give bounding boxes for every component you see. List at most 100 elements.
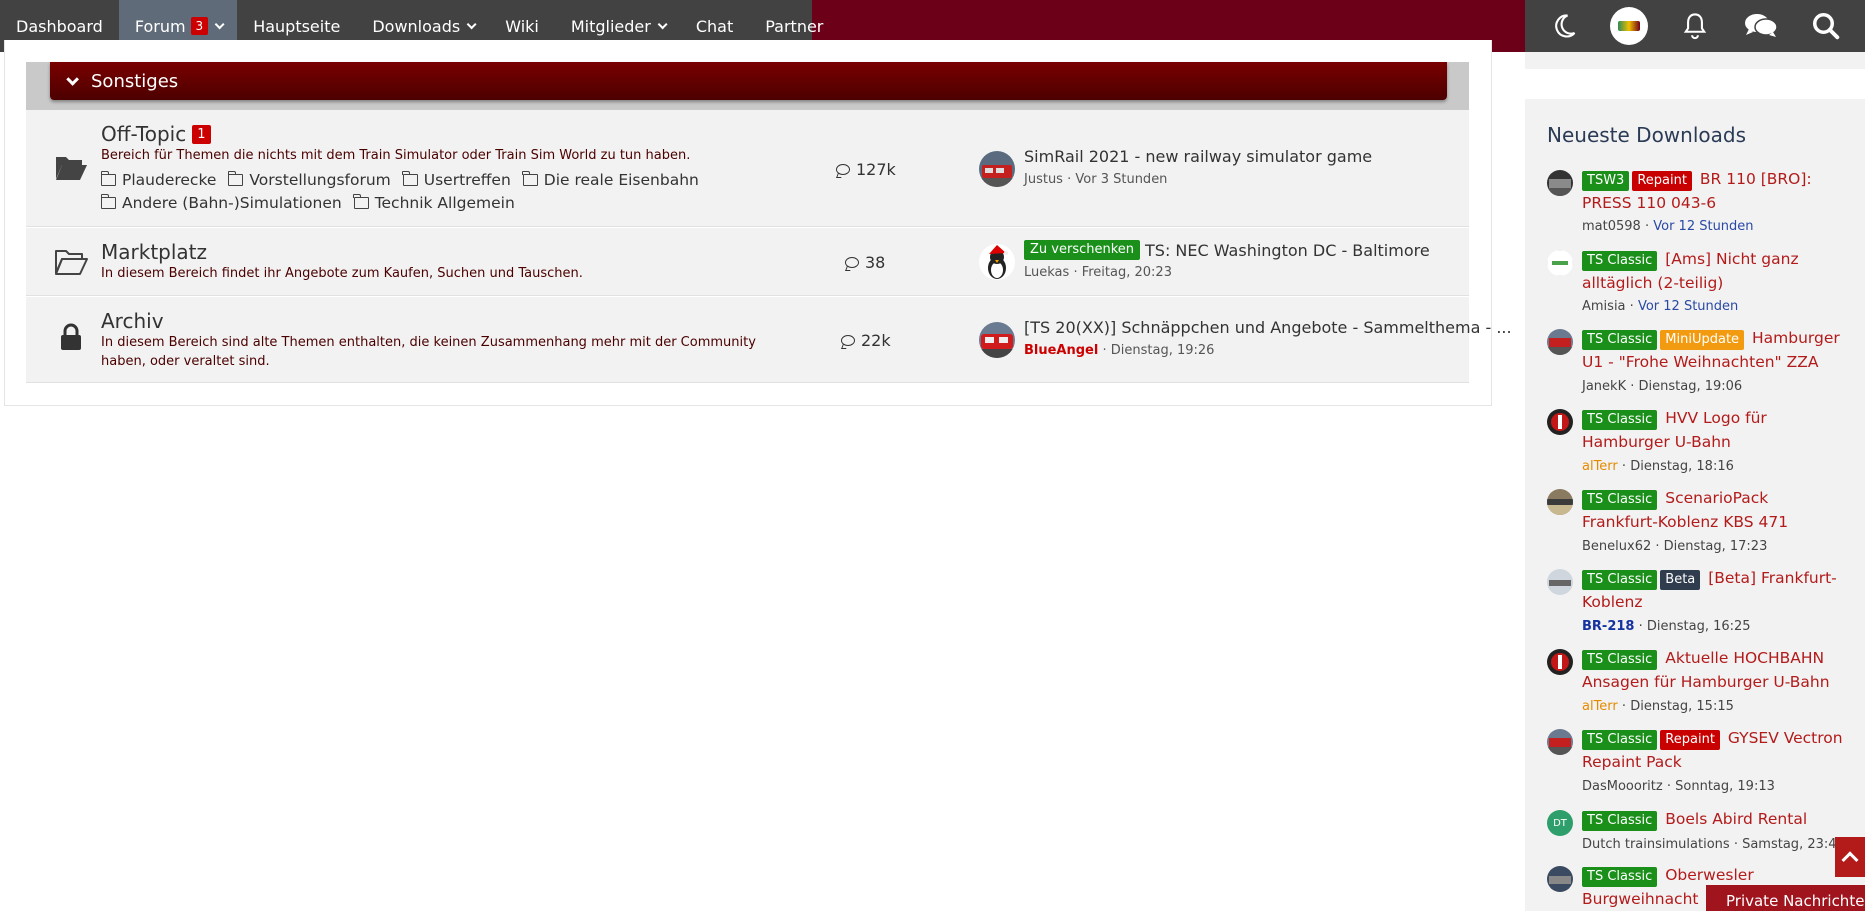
last-post-title[interactable]: SimRail 2021 - new railway simulator gam…: [1024, 147, 1372, 166]
avatar[interactable]: [1547, 250, 1573, 276]
download-time[interactable]: Dienstag, 18:16: [1630, 459, 1734, 474]
new-posts-badge: 1: [192, 124, 211, 144]
nav-label: Hauptseite: [253, 16, 341, 36]
download-user[interactable]: BR-218: [1582, 619, 1634, 634]
board-title-text: Off-Topic: [101, 122, 187, 146]
download-user[interactable]: DasMoooritz: [1582, 779, 1663, 794]
last-post-user[interactable]: BlueAngel: [1024, 343, 1098, 358]
download-time[interactable]: Vor 12 Stunden: [1638, 299, 1738, 314]
download-meta: JanekK · Dienstag, 19:06: [1582, 379, 1742, 394]
prefix-tag: TS Classic: [1582, 570, 1658, 590]
prefix-tag: TS Classic: [1582, 251, 1658, 271]
subforum-usertreffen[interactable]: Usertreffen: [402, 171, 511, 189]
last-post-user[interactable]: Luekas: [1024, 265, 1069, 280]
download-user[interactable]: Dutch trainsimulations: [1582, 837, 1730, 852]
sidebar-latest-downloads: Neueste Downloads TSW3 Repaint BR 110 [BR…: [1525, 99, 1865, 911]
avatar[interactable]: [1547, 729, 1573, 755]
download-time[interactable]: Dienstag, 16:25: [1647, 619, 1751, 634]
board-description: In diesem Bereich sind alte Themen entha…: [101, 335, 756, 350]
download-time[interactable]: Samstag, 23:43: [1742, 837, 1845, 852]
avatar[interactable]: [1547, 569, 1573, 595]
meta-separator: ·: [1733, 837, 1738, 852]
download-time[interactable]: Dienstag, 17:23: [1664, 539, 1768, 554]
prefix-tag: TS Classic: [1582, 330, 1658, 350]
subforum-label: Plauderecke: [122, 171, 217, 189]
download-user[interactable]: Benelux62: [1582, 539, 1651, 554]
prefix-tag: TS Classic: [1582, 867, 1658, 887]
comment-icon: [845, 257, 859, 268]
folder-open-icon: [55, 250, 88, 275]
last-post-time[interactable]: Vor 3 Stunden: [1075, 172, 1167, 187]
download-title[interactable]: TS Classic [Ams] Nicht ganz alltäglich (…: [1582, 247, 1847, 295]
subforum-vorstellungsforum[interactable]: Vorstellungsforum: [227, 171, 391, 189]
download-title[interactable]: TS Classic Boels Abird Rental: [1582, 807, 1847, 831]
subforum-label: Andere (Bahn-)Simulationen: [122, 194, 342, 212]
last-post-user[interactable]: Justus: [1024, 172, 1063, 187]
avatar[interactable]: [1547, 329, 1573, 355]
lock-icon: [61, 323, 81, 350]
prefix-tag: TS Classic: [1582, 650, 1658, 670]
prefix-tag: TS Classic: [1582, 730, 1658, 750]
avatar[interactable]: [979, 244, 1015, 280]
moon-icon[interactable]: [1544, 6, 1584, 46]
subforum-andere-simulationen[interactable]: Andere (Bahn-)Simulationen: [100, 194, 342, 212]
download-title[interactable]: TS Classic Beta [Beta] Frankfurt-Koblenz: [1582, 566, 1847, 614]
board-title[interactable]: Off-Topic 1: [101, 122, 211, 146]
category-header-sonstiges[interactable]: Sonstiges: [50, 62, 1447, 100]
download-time[interactable]: Dienstag, 15:15: [1630, 699, 1734, 714]
download-meta: alTerr · Dienstag, 18:16: [1582, 459, 1734, 474]
bell-icon[interactable]: [1675, 6, 1715, 46]
folder-icon: [522, 171, 538, 186]
download-user[interactable]: alTerr: [1582, 699, 1618, 714]
download-user[interactable]: JanekK: [1582, 379, 1626, 394]
meta-separator: ·: [1067, 172, 1072, 187]
user-menu: [1525, 0, 1865, 52]
download-user[interactable]: mat0598: [1582, 219, 1641, 234]
category-title: Sonstiges: [91, 70, 179, 92]
download-title[interactable]: TS Classic ScenarioPack Frankfurt-Koblen…: [1582, 486, 1847, 534]
conversations-icon[interactable]: [1741, 6, 1781, 46]
last-post-time[interactable]: Dienstag, 19:26: [1111, 343, 1215, 358]
post-count: 22k: [841, 331, 891, 350]
download-time[interactable]: Sonntag, 19:13: [1675, 779, 1775, 794]
download-user[interactable]: Amisia: [1582, 299, 1626, 314]
download-time[interactable]: Dienstag, 19:06: [1639, 379, 1743, 394]
download-title[interactable]: TS Classic Aktuelle HOCHBAHN Ansagen für…: [1582, 646, 1847, 694]
nav-label: Wiki: [505, 16, 539, 36]
download-title[interactable]: TS Classic HVV Logo für Hamburger U-Bahn: [1582, 406, 1847, 454]
last-post-title[interactable]: [TS 20(XX)] Schnäppchen und Angebote - S…: [1024, 318, 1512, 337]
scroll-to-top-button[interactable]: [1835, 837, 1865, 877]
board-title[interactable]: Archiv: [101, 309, 164, 333]
avatar[interactable]: [1547, 170, 1573, 196]
last-post-meta: BlueAngel · Dienstag, 19:26: [1024, 343, 1214, 358]
download-user[interactable]: alTerr: [1582, 459, 1618, 474]
comment-icon: [841, 335, 855, 346]
post-count-value: 22k: [861, 331, 891, 350]
board-title[interactable]: Marktplatz: [101, 240, 207, 264]
avatar[interactable]: DT: [1547, 810, 1573, 836]
subforum-label: Usertreffen: [423, 171, 511, 189]
notification-badge: 3: [190, 17, 209, 35]
avatar[interactable]: [979, 151, 1015, 187]
prefix-tag: Repaint: [1632, 171, 1692, 191]
subforum-die-reale-eisenbahn[interactable]: Die reale Eisenbahn: [522, 171, 699, 189]
subforum-technik-allgemein[interactable]: Technik Allgemein: [353, 194, 515, 212]
avatar[interactable]: [979, 322, 1015, 358]
download-title[interactable]: TS Classic MiniUpdate Hamburger U1 - "Fro…: [1582, 326, 1847, 374]
user-avatar[interactable]: [1609, 6, 1649, 46]
last-post-time[interactable]: Freitag, 20:23: [1082, 265, 1172, 280]
download-title[interactable]: TSW3 Repaint BR 110 [BRO]: PRESS 110 043-…: [1582, 167, 1847, 215]
download-title[interactable]: TS Classic Repaint GYSEV Vectron Repaint …: [1582, 726, 1847, 774]
download-time[interactable]: Vor 12 Stunden: [1653, 219, 1753, 234]
subforum-plauderecke[interactable]: Plauderecke: [100, 171, 217, 189]
private-messages-button[interactable]: Private Nachrichten: [1706, 885, 1865, 911]
chevron-up-icon: [1841, 851, 1859, 869]
last-post-title[interactable]: Zu verschenken TS: NEC Washington DC - Ba…: [1024, 240, 1430, 260]
search-icon[interactable]: [1806, 6, 1846, 46]
post-count: 127k: [836, 160, 896, 179]
folder-icon: [353, 194, 369, 209]
avatar[interactable]: [1547, 409, 1573, 435]
avatar[interactable]: [1547, 649, 1573, 675]
avatar[interactable]: [1547, 489, 1573, 515]
avatar[interactable]: [1547, 866, 1573, 892]
